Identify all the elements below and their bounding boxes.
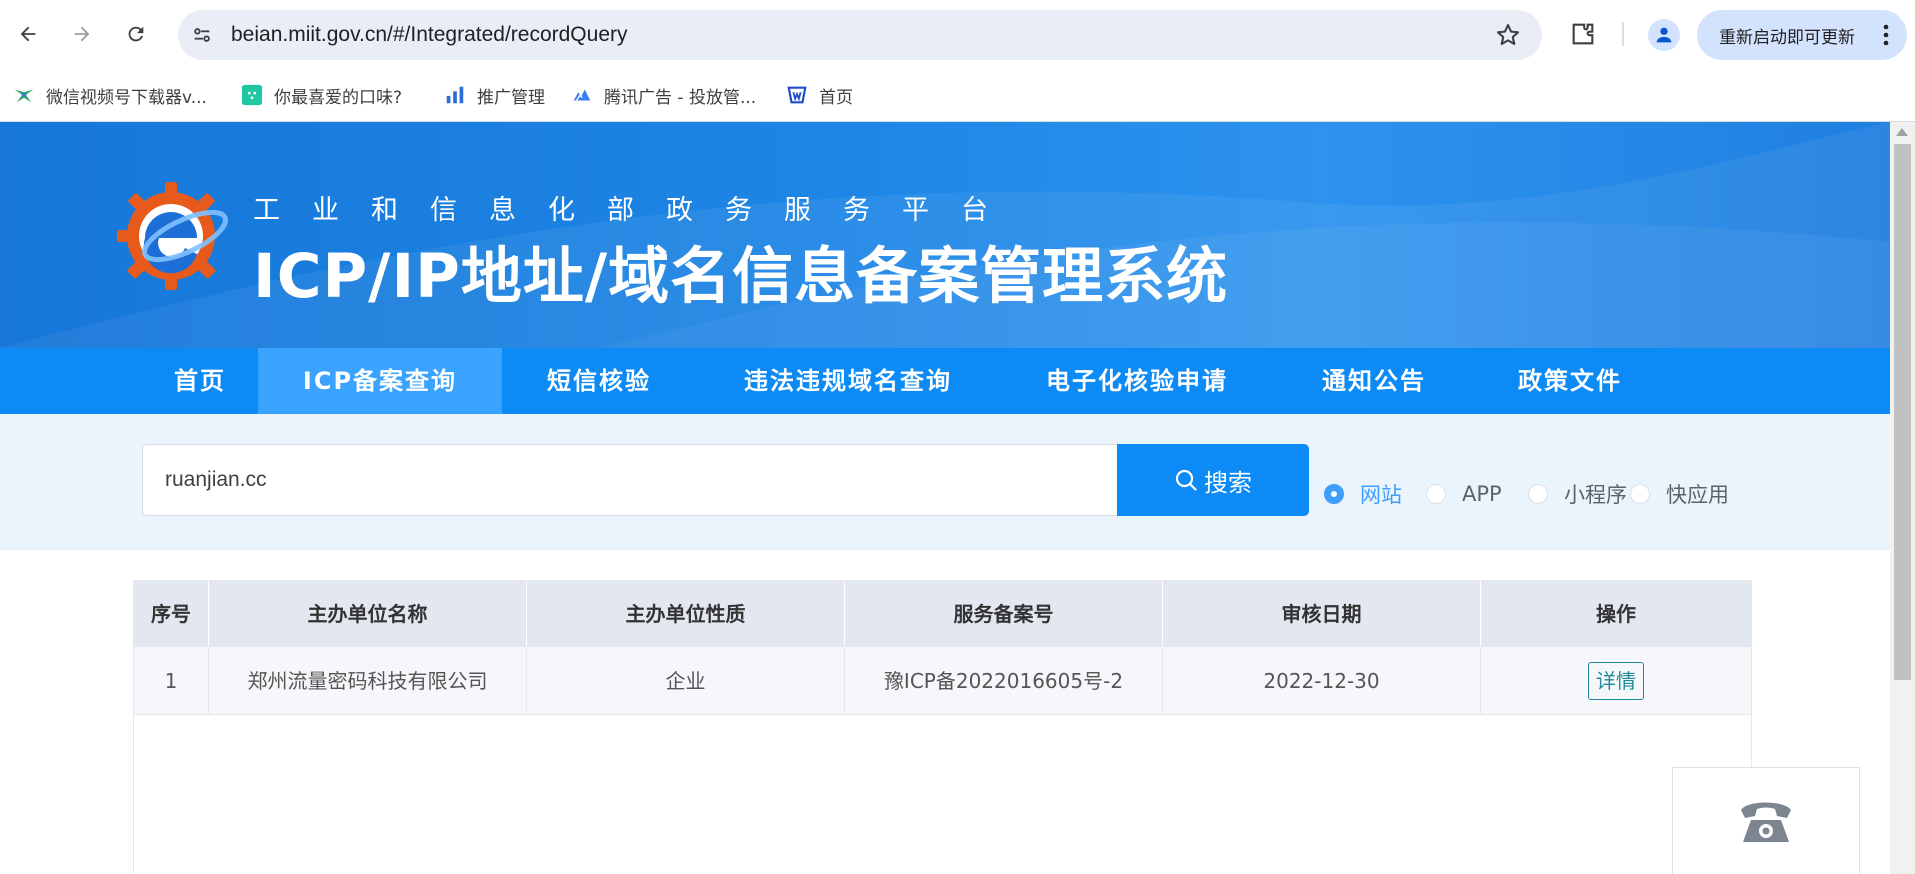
table-row: 1 郑州流量密码科技有限公司 企业 豫ICP备2022016605号-2 202… [134, 647, 1751, 715]
page-scrollbar[interactable] [1890, 122, 1915, 874]
bookmarks-bar: 微信视频号下载器v... 你最喜爱的口味? 推广管理 腾讯广告 - 投放管...… [0, 70, 1915, 122]
bar-chart-icon [443, 83, 467, 107]
radio-mini-program[interactable]: 小程序 [1528, 480, 1627, 508]
cell-org-type: 企业 [527, 647, 845, 715]
radio-dot [1630, 484, 1650, 504]
reload-button[interactable] [116, 14, 156, 54]
update-button[interactable]: 重新启动即可更新 [1697, 10, 1907, 60]
cell-record-no: 豫ICP备2022016605号-2 [845, 647, 1163, 715]
radio-website[interactable]: 网站 [1324, 480, 1402, 508]
extensions-icon[interactable] [1567, 18, 1599, 50]
site-settings-icon[interactable] [188, 21, 216, 49]
detail-button[interactable]: 详情 [1588, 661, 1644, 700]
radio-quick-app[interactable]: 快应用 [1630, 480, 1729, 508]
tencent-ads-icon [570, 83, 594, 107]
reload-icon [128, 26, 144, 42]
banner-title: ICP/IP地址/域名信息备案管理系统 [253, 241, 1229, 312]
bookmark-item[interactable]: 首页 [785, 70, 853, 120]
radio-dot [1324, 484, 1344, 504]
nav-item-home[interactable]: 首页 [142, 348, 258, 414]
nav-item-icp-query[interactable]: ICP备案查询 [258, 348, 502, 414]
customer-service-widget[interactable] [1672, 767, 1860, 874]
nav-item-sms-verify[interactable]: 短信核验 [520, 348, 678, 414]
bookmark-star-icon[interactable] [1494, 21, 1522, 49]
radio-dot [1426, 484, 1446, 504]
search-area: ruanjian.cc 搜索 网站 APP 小程序 快应用 [0, 414, 1890, 550]
main-nav: 首页 ICP备案查询 短信核验 违法违规域名查询 电子化核验申请 通知公告 政策… [0, 348, 1890, 414]
column-header: 主办单位性质 [527, 581, 845, 647]
search-input[interactable]: ruanjian.cc [142, 444, 1118, 516]
home-logo-icon [785, 83, 809, 107]
radio-dot [1528, 484, 1548, 504]
search-button-label: 搜索 [1204, 468, 1252, 497]
banner-subtitle: 工业和信息化部政务服务平台 [253, 195, 1020, 226]
update-label: 重新启动即可更新 [1719, 27, 1855, 48]
bookmark-item[interactable]: 腾讯广告 - 投放管... [570, 70, 756, 120]
nav-item-illegal-domain[interactable]: 违法违规域名查询 [720, 348, 976, 414]
star-logo-icon [12, 83, 36, 107]
browser-toolbar: beian.miit.gov.cn/#/Integrated/recordQue… [0, 0, 1915, 70]
telephone-icon [1741, 802, 1791, 842]
bookmark-item[interactable]: 推广管理 [443, 70, 545, 120]
column-header: 审核日期 [1163, 581, 1481, 647]
table-header: 序号 主办单位名称 主办单位性质 服务备案号 审核日期 操作 [134, 581, 1751, 647]
cell-index: 1 [134, 647, 209, 715]
column-header: 主办单位名称 [209, 581, 527, 647]
search-icon [1175, 469, 1197, 491]
search-button[interactable]: 搜索 [1117, 444, 1309, 516]
cell-action: 详情 [1481, 647, 1751, 715]
bookmark-item[interactable]: 你最喜爱的口味? [240, 70, 402, 120]
toolbar-separator [1622, 22, 1624, 46]
nav-item-e-verify[interactable]: 电子化核验申请 [1030, 348, 1244, 414]
bookmark-item[interactable]: 微信视频号下载器v... [12, 70, 207, 120]
back-button[interactable] [8, 14, 48, 54]
app-square-icon [240, 83, 264, 107]
cell-org-name: 郑州流量密码科技有限公司 [209, 647, 527, 715]
more-vert-icon [1883, 24, 1889, 46]
column-header: 操作 [1596, 602, 1636, 626]
results-table: 序号 主办单位名称 主办单位性质 服务备案号 审核日期 操作 1 郑州流量密码科… [133, 580, 1752, 874]
radio-app[interactable]: APP [1426, 480, 1502, 508]
scroll-thumb[interactable] [1894, 144, 1911, 680]
arrow-left-icon [20, 26, 36, 42]
column-header: 序号 [134, 581, 209, 647]
header-banner: 工业和信息化部政务服务平台 ICP/IP地址/域名信息备案管理系统 [0, 122, 1890, 348]
scroll-up-arrow-icon[interactable] [1896, 128, 1908, 136]
profile-avatar[interactable] [1648, 19, 1680, 51]
person-icon [1656, 27, 1672, 43]
arrow-right-icon [74, 26, 90, 42]
nav-item-policies[interactable]: 政策文件 [1500, 348, 1640, 414]
url-text[interactable]: beian.miit.gov.cn/#/Integrated/recordQue… [231, 10, 628, 60]
page-content: 工业和信息化部政务服务平台 ICP/IP地址/域名信息备案管理系统 首页 ICP… [0, 122, 1890, 874]
cell-audit-date: 2022-12-30 [1163, 647, 1481, 715]
column-header: 服务备案号 [845, 581, 1163, 647]
miit-logo [115, 178, 231, 294]
address-bar[interactable]: beian.miit.gov.cn/#/Integrated/recordQue… [178, 10, 1542, 60]
forward-button[interactable] [62, 14, 102, 54]
nav-item-notices[interactable]: 通知公告 [1300, 348, 1448, 414]
